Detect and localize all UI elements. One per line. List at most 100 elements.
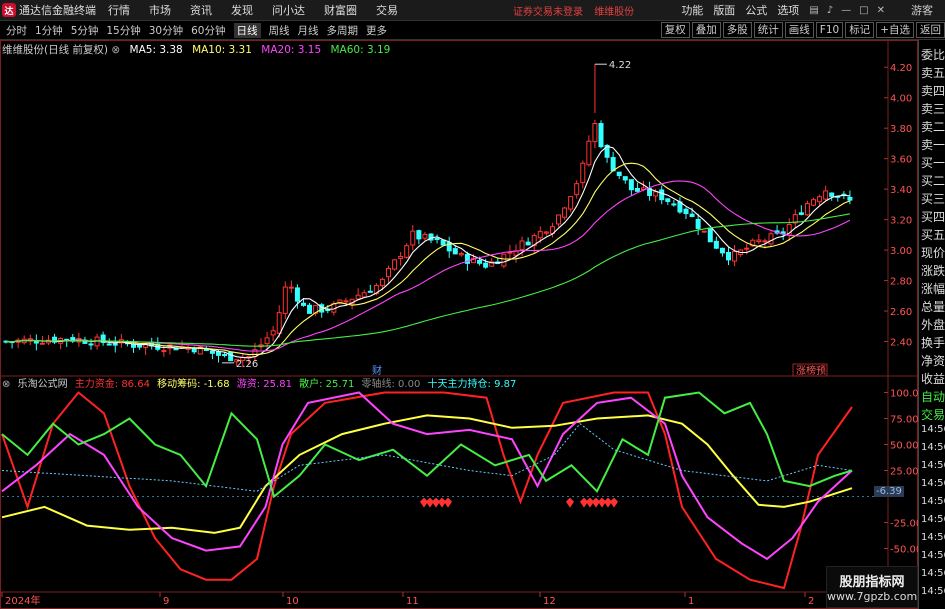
candle-body [282, 286, 288, 314]
tab-1min[interactable]: 1分钟 [35, 23, 63, 38]
menu-hangqing[interactable]: 行情 [108, 2, 130, 18]
f10-button[interactable]: F10 [815, 22, 844, 38]
candle-body [398, 255, 404, 259]
skin-icon[interactable]: ▤ [809, 5, 818, 16]
statistics-button[interactable]: 统计 [753, 22, 783, 38]
candle-body [191, 347, 197, 353]
kline-title-line: 维维股份(日线 前复权) ⊗ MA5: 3.38 MA10: 3.31 MA20… [2, 42, 390, 56]
tab-fenshi[interactable]: 分时 [6, 23, 27, 38]
side-item-change[interactable]: 涨跌 [921, 262, 945, 279]
candlestick-layer: 4.222.26财 涨榜预 [3, 60, 853, 377]
side-item-sell2[interactable]: 卖二 [921, 118, 945, 135]
side-item-sell5[interactable]: 卖五 [921, 64, 945, 81]
minimize-icon[interactable]: — [841, 5, 851, 16]
tab-daily[interactable]: 日线 [233, 22, 261, 38]
candle-body [410, 230, 416, 246]
side-item-buy4[interactable]: 买四 [921, 208, 945, 225]
side-item-change-pct[interactable]: 涨幅 [921, 280, 945, 297]
candle-body [203, 348, 209, 351]
candle-body [768, 233, 774, 245]
kline-chart-area[interactable]: 4.222.26财 涨榜预 4.204.003.803.603.403.203.0… [0, 40, 918, 609]
date-axis-label: 11 [406, 596, 419, 607]
side-item-sell3[interactable]: 卖三 [921, 100, 945, 117]
price-axis-label: 2.40 [890, 338, 912, 349]
back-button[interactable]: 返回 [916, 22, 945, 38]
watermark-line1: 股朋指标网 [839, 575, 905, 590]
candle-body [574, 183, 580, 196]
indicator-axis-label: 100.0 [890, 388, 918, 399]
candle-body [568, 196, 574, 210]
side-item-price[interactable]: 现价 [921, 244, 945, 261]
side-item-earnings[interactable]: 收益 [921, 370, 945, 387]
date-axis-label: 9 [163, 596, 169, 607]
menu-banmian[interactable]: 版面 [713, 2, 735, 18]
watermark-line2: www.7gpzb.com [827, 590, 918, 603]
side-item-volume[interactable]: 总量 [921, 298, 945, 315]
settings-icon[interactable]: ⊗ [111, 44, 120, 56]
tab-60min[interactable]: 60分钟 [191, 23, 225, 38]
trade-login-notice[interactable]: 证券交易未登录 [513, 7, 583, 18]
side-item-buy5[interactable]: 买五 [921, 226, 945, 243]
multi-stock-button[interactable]: 多股 [722, 22, 752, 38]
close-icon[interactable]: ✕ [877, 5, 885, 16]
side-item-net-asset[interactable]: 净资 [921, 352, 945, 369]
mark-button[interactable]: 标记 [845, 22, 875, 38]
candle-body [610, 157, 616, 172]
maximize-icon[interactable]: □ [859, 5, 868, 16]
moving-chip-label: 移动筹码: -1.68 [157, 379, 230, 390]
candle-body [586, 140, 592, 166]
side-item-sell4[interactable]: 卖四 [921, 82, 945, 99]
menu-gongneng[interactable]: 功能 [681, 2, 703, 18]
guest-label[interactable]: 游客 [911, 2, 933, 18]
menu-jiaoyi[interactable]: 交易 [376, 2, 398, 18]
side-item-buy2[interactable]: 买二 [921, 172, 945, 189]
side-item-trade[interactable]: 交易 [921, 406, 945, 423]
candle-body [294, 287, 300, 302]
tab-multi-period[interactable]: 多周期 [327, 23, 359, 38]
tab-more[interactable]: 更多 [366, 23, 387, 38]
side-item-outer[interactable]: 外盘 [921, 316, 945, 333]
fuquan-button[interactable]: 复权 [660, 22, 690, 38]
tab-monthly[interactable]: 月线 [298, 23, 319, 38]
candle-body [209, 350, 215, 354]
candle-body [847, 196, 853, 201]
tab-30min[interactable]: 30分钟 [149, 23, 183, 38]
side-item-auto[interactable]: 自动 [921, 388, 945, 405]
candle-body [264, 337, 270, 345]
indicator-axis-label: -50.00 [890, 544, 918, 555]
side-time-3: 14:56 [921, 478, 945, 489]
side-item-weibi[interactable]: 委比 [921, 46, 945, 63]
candle-body [653, 191, 659, 197]
draw-line-button[interactable]: 画线 [784, 22, 814, 38]
menu-zixun[interactable]: 资讯 [190, 2, 212, 18]
candle-body [628, 179, 634, 191]
menu-caifuquan[interactable]: 财富圈 [324, 2, 357, 18]
menu-gongshi[interactable]: 公式 [745, 2, 767, 18]
overlay-button[interactable]: 叠加 [691, 22, 721, 38]
tab-15min[interactable]: 15分钟 [106, 23, 140, 38]
settings-icon[interactable]: ⊗ [2, 379, 10, 390]
menu-xuanxiang[interactable]: 选项 [777, 2, 799, 18]
indicator-axis-label: 25.00 [890, 466, 918, 477]
candle-body [276, 312, 282, 334]
side-item-turnover[interactable]: 换手 [921, 334, 945, 351]
menu-wenxiaoda[interactable]: 问小达 [272, 2, 305, 18]
hot-money-label: 游资: 25.81 [236, 379, 292, 390]
side-time-2: 14:56 [921, 460, 945, 471]
add-watchlist-button[interactable]: +自选 [876, 22, 914, 38]
tab-5min[interactable]: 5分钟 [71, 23, 99, 38]
menu-shichang[interactable]: 市场 [149, 2, 171, 18]
indicator-axis-label: 75.00 [890, 414, 918, 425]
bell-icon[interactable]: ♪ [827, 5, 833, 16]
trade-notice[interactable]: 证券交易未登录 维维股份 [513, 3, 642, 18]
menu-faxian[interactable]: 发现 [231, 2, 253, 18]
stock-name: 维维股份(日线 前复权) [2, 44, 109, 56]
side-time-5: 14:56 [921, 514, 945, 525]
watermark: 股朋指标网 www.7gpzb.com [826, 566, 918, 608]
side-item-sell1[interactable]: 卖一 [921, 136, 945, 153]
side-item-buy1[interactable]: 买一 [921, 154, 945, 171]
side-item-buy3[interactable]: 买三 [921, 190, 945, 207]
current-stock-notice[interactable]: 维维股份 [594, 7, 634, 18]
candle-body [707, 227, 713, 243]
tab-weekly[interactable]: 周线 [269, 23, 290, 38]
